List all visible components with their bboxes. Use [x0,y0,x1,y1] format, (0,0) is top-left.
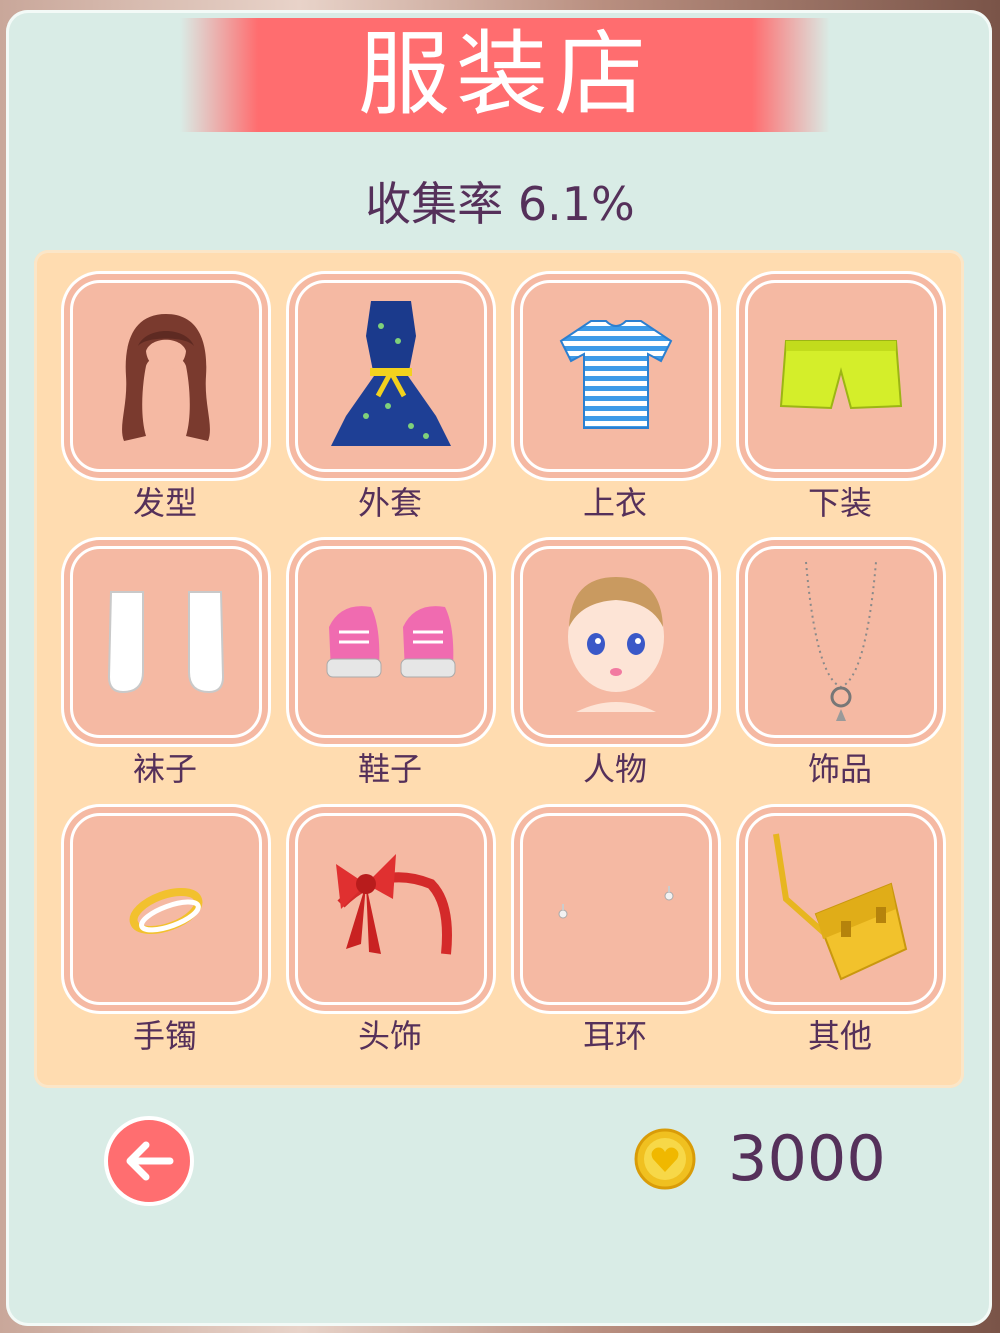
tile[interactable] [295,813,487,1005]
page-title: 服装店 [357,21,652,128]
character-face-icon [568,577,664,712]
category-label: 鞋子 [357,750,422,788]
hairstyle-icon [122,314,210,441]
necklace-icon [805,561,877,721]
category-label: 其他 [807,1017,872,1055]
category-label: 耳环 [582,1017,647,1055]
category-label: 上衣 [582,484,647,522]
tile[interactable] [70,546,262,738]
category-label: 发型 [132,484,197,522]
back-button[interactable] [104,1116,194,1206]
tile[interactable] [745,546,937,738]
coin-icon [634,1128,696,1190]
heart-coin-icon [634,1128,696,1190]
category-label: 外套 [357,484,422,522]
headband-icon [336,854,452,955]
tile[interactable] [70,280,262,472]
coin-count: 3000 [728,1122,886,1195]
category-grid: 发型 外套 上衣 下装 袜子 鞋子 人物 饰品 手镯 头饰 耳环 其他 [34,250,964,1088]
arrow-left-icon [126,1141,174,1181]
striped-shirt-icon [559,320,673,429]
bracelet-icon [129,887,203,935]
tile[interactable] [70,813,262,1005]
bag-icon [773,833,908,981]
tile[interactable] [295,280,487,472]
category-label: 袜子 [132,750,197,788]
tile[interactable] [295,546,487,738]
tile[interactable] [520,813,712,1005]
category-label: 人物 [582,750,647,788]
socks-icon [107,591,225,694]
tile[interactable] [520,546,712,738]
tile[interactable] [520,280,712,472]
earrings-icon [558,886,674,919]
shorts-icon [779,340,903,410]
dress-icon [331,301,451,446]
category-label: 手镯 [132,1017,197,1055]
collection-rate: 收集率 6.1% [365,177,635,231]
category-label: 头饰 [357,1017,422,1055]
tile[interactable] [745,813,937,1005]
sneakers-icon [326,606,456,678]
tile[interactable] [745,280,937,472]
title-banner: 服装店 [180,18,830,132]
category-label: 饰品 [807,750,872,788]
category-label: 下装 [807,484,872,522]
